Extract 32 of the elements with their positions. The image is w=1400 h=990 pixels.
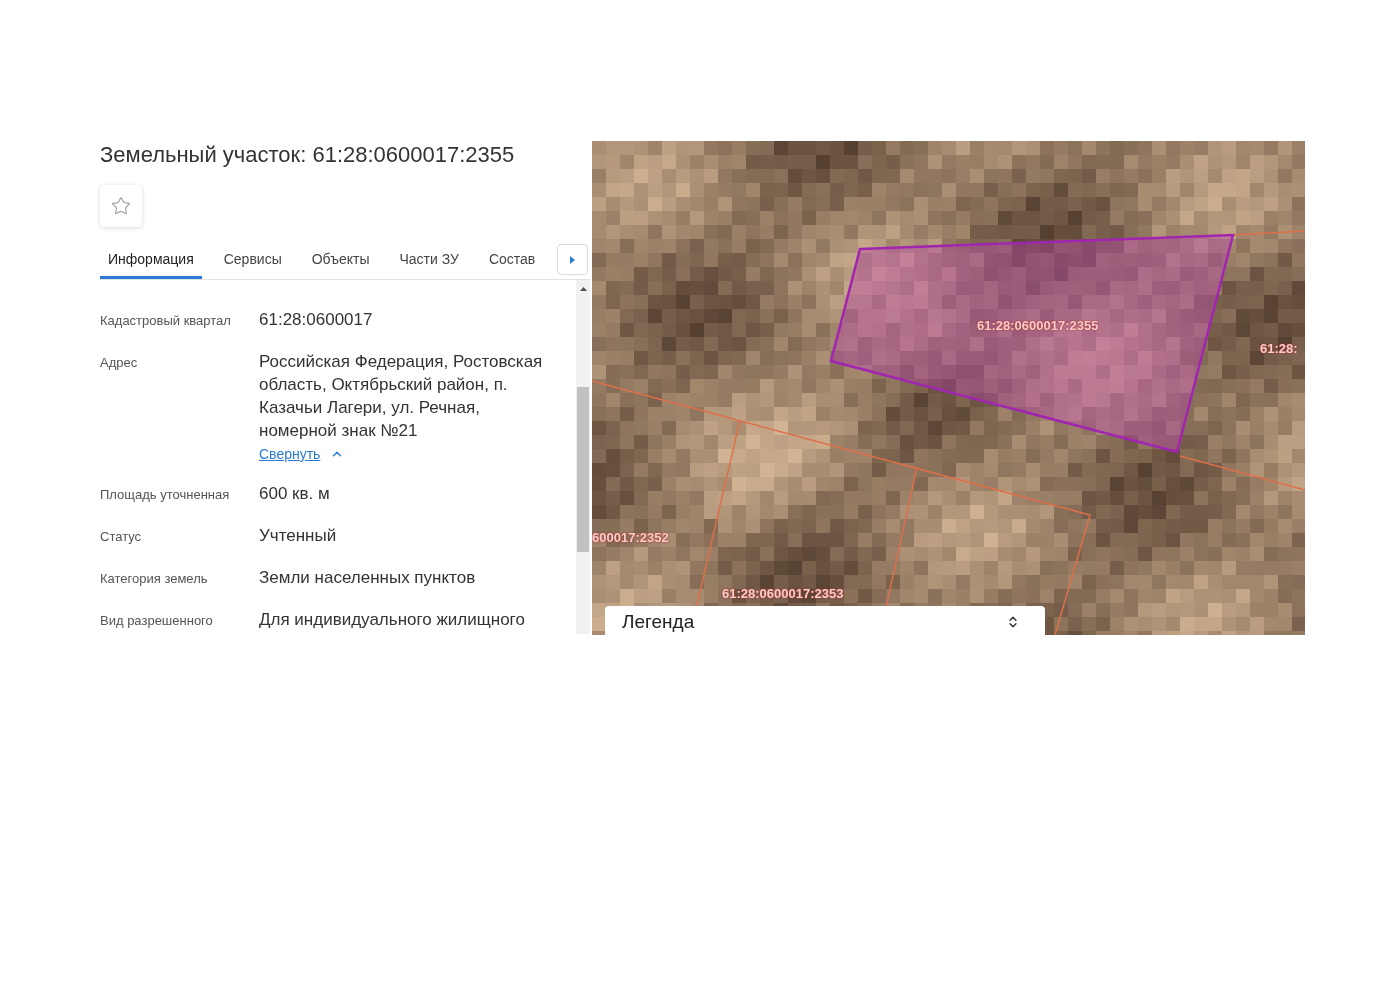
tab[interactable]: Информация [100,240,202,279]
parcel-label: 61:28:0600017:2355 [977,318,1099,334]
field-label: Категория земель [100,570,209,588]
field-value: 600 кв. м [259,483,330,505]
field-label: Кадастровый квартал [100,312,232,330]
parcel-label: 61:28:0600017:2353 [722,586,844,602]
caret-right-icon [570,255,576,264]
expand-collapse-icon[interactable] [1006,615,1020,629]
field-value: Учтенный [259,525,337,547]
field-label: Адрес [100,354,139,372]
field-label: Статус [100,528,143,546]
tab[interactable]: Состав [480,240,544,279]
field-value: Земли населенных пунктов [259,567,476,589]
scroll-tabs-button[interactable] [557,244,588,275]
scroll-up-icon[interactable] [579,287,587,291]
field-label: Площадь уточненная [100,486,231,504]
page-title: Земельный участок: 61:28:0600017:2355 [100,141,515,169]
field-value: Российская Федерация, Ростовская область, Октябрьский район, п. Казачьи Лагери, ул. Речная, номерной знак №21 [259,351,544,442]
parcel-label: 61:28: [1260,341,1298,357]
parcel-outline[interactable] [829,233,1235,454]
parcel-label: 600017:2352 [592,530,669,546]
legend-title: Легенда [622,611,695,633]
tab[interactable]: Объекты [303,240,378,279]
field-value: Для индивидуального жилищного [259,609,525,631]
tab[interactable]: Сервисы [215,240,290,279]
field-value: 61:28:0600017 [259,309,373,331]
favorite-button[interactable] [100,185,142,227]
scrollbar-thumb[interactable] [577,387,589,552]
scrollbar-track[interactable] [576,280,590,634]
collapse-link[interactable]: Свернуть [259,444,345,464]
tab[interactable]: Части ЗУ [391,240,467,279]
field-label: Вид разрешенного [100,612,214,630]
